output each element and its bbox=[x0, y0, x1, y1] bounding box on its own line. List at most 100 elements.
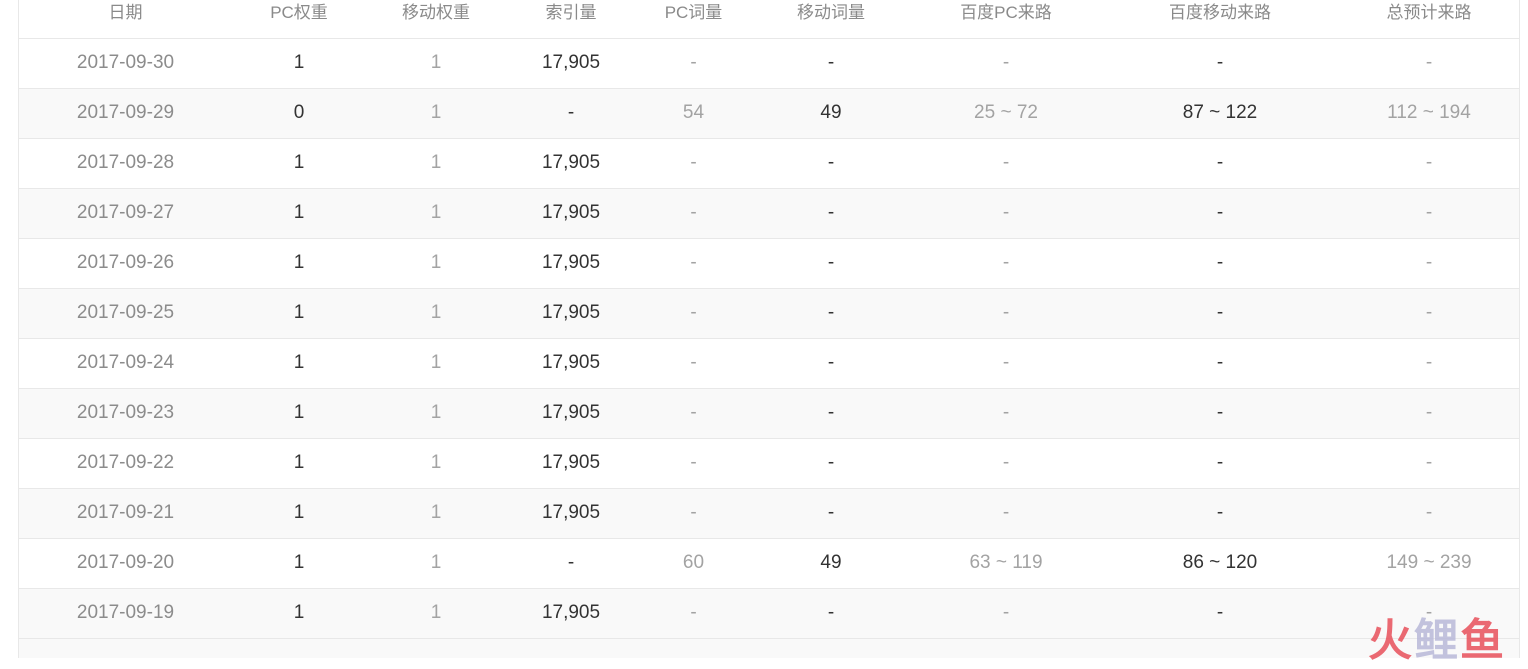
cell-baidu-pc-traffic: - bbox=[911, 288, 1101, 339]
cell-index-count: 17,905 bbox=[506, 238, 636, 289]
cell-baidu-pc-traffic: - bbox=[911, 438, 1101, 489]
cell-date: 2017-09-30 bbox=[19, 38, 232, 89]
header-pc-keywords: PC词量 bbox=[636, 0, 751, 39]
cell-baidu-mobile-traffic: - bbox=[1101, 588, 1339, 639]
table-cell-empty bbox=[506, 638, 636, 658]
table-cell-empty bbox=[366, 638, 506, 658]
cell-mobile-keywords: - bbox=[751, 438, 911, 489]
cell-baidu-pc-traffic: - bbox=[911, 238, 1101, 289]
cell-index-count: 17,905 bbox=[506, 188, 636, 239]
cell-index-count: 17,905 bbox=[506, 588, 636, 639]
table-row: 2017-09-29 0 1-54 49 25 ~ 72 87 ~ 122 112 ~ 19… bbox=[19, 88, 1519, 139]
table-cell-empty bbox=[636, 638, 751, 658]
cell-mobile-weight: 1 bbox=[366, 88, 506, 139]
cell-total-traffic: - bbox=[1339, 188, 1519, 239]
cell-total-traffic: - bbox=[1339, 288, 1519, 339]
cell-pc-weight: 1 bbox=[232, 538, 366, 589]
cell-pc-weight: 1 bbox=[232, 488, 366, 539]
table-row: 2017-09-21 1 1 17,905- - - - - bbox=[19, 488, 1519, 539]
cell-baidu-mobile-traffic: - bbox=[1101, 438, 1339, 489]
cell-pc-keywords: - bbox=[636, 438, 751, 489]
cell-pc-keywords: - bbox=[636, 288, 751, 339]
cell-mobile-keywords: - bbox=[751, 138, 911, 189]
header-pc-weight: PC权重 bbox=[232, 0, 366, 39]
cell-baidu-mobile-traffic: - bbox=[1101, 388, 1339, 439]
table-row: 2017-09-25 1 1 17,905- - - - - bbox=[19, 288, 1519, 339]
table-header-row: 日期 PC权重 移动权重 索引量 PC词量 移动词量 百度PC来路 百度移动来路… bbox=[19, 0, 1519, 39]
cell-total-traffic: - bbox=[1339, 488, 1519, 539]
cell-index-count: 17,905 bbox=[506, 288, 636, 339]
cell-pc-keywords: 60 bbox=[636, 538, 751, 589]
cell-mobile-keywords: - bbox=[751, 288, 911, 339]
cell-mobile-weight: 1 bbox=[366, 488, 506, 539]
cell-date: 2017-09-19 bbox=[19, 588, 232, 639]
cell-pc-keywords: - bbox=[636, 188, 751, 239]
cell-mobile-keywords: 49 bbox=[751, 538, 911, 589]
cell-pc-keywords: - bbox=[636, 388, 751, 439]
table-cell-empty bbox=[1101, 638, 1339, 658]
cell-baidu-mobile-traffic: 86 ~ 120 bbox=[1101, 538, 1339, 589]
cell-mobile-weight: 1 bbox=[366, 438, 506, 489]
data-table-container: 日期 PC权重 移动权重 索引量 PC词量 移动词量 百度PC来路 百度移动来路… bbox=[18, 0, 1520, 658]
cell-pc-weight: 1 bbox=[232, 438, 366, 489]
table-row: 2017-09-30 1 1 17,905- - - - - bbox=[19, 38, 1519, 89]
cell-mobile-keywords: - bbox=[751, 488, 911, 539]
cell-pc-weight: 1 bbox=[232, 238, 366, 289]
cell-pc-keywords: 54 bbox=[636, 88, 751, 139]
cell-mobile-weight: 1 bbox=[366, 338, 506, 389]
table-row: 2017-09-19 1 1 17,905- - - - - bbox=[19, 588, 1519, 639]
table-row: 2017-09-22 1 1 17,905- - - - - bbox=[19, 438, 1519, 489]
cell-pc-weight: 1 bbox=[232, 338, 366, 389]
cell-mobile-weight: 1 bbox=[366, 38, 506, 89]
cell-index-count: 17,905 bbox=[506, 138, 636, 189]
cell-baidu-mobile-traffic: - bbox=[1101, 238, 1339, 289]
cell-pc-weight: 0 bbox=[232, 88, 366, 139]
cell-pc-keywords: - bbox=[636, 138, 751, 189]
cell-mobile-weight: 1 bbox=[366, 138, 506, 189]
cell-mobile-weight: 1 bbox=[366, 588, 506, 639]
cell-mobile-weight: 1 bbox=[366, 238, 506, 289]
cell-mobile-keywords: - bbox=[751, 338, 911, 389]
watermark-char: 鲤 bbox=[1414, 615, 1458, 666]
cell-pc-weight: 1 bbox=[232, 588, 366, 639]
cell-mobile-weight: 1 bbox=[366, 388, 506, 439]
cell-baidu-mobile-traffic: 87 ~ 122 bbox=[1101, 88, 1339, 139]
cell-pc-weight: 1 bbox=[232, 388, 366, 439]
cell-date: 2017-09-22 bbox=[19, 438, 232, 489]
cell-baidu-pc-traffic: - bbox=[911, 38, 1101, 89]
cell-baidu-mobile-traffic: - bbox=[1101, 38, 1339, 89]
cell-total-traffic: - bbox=[1339, 138, 1519, 189]
cell-pc-keywords: - bbox=[636, 238, 751, 289]
cell-mobile-keywords: - bbox=[751, 388, 911, 439]
header-mobile-keywords: 移动词量 bbox=[751, 0, 911, 39]
cell-baidu-pc-traffic: - bbox=[911, 488, 1101, 539]
table-cell-empty bbox=[19, 638, 232, 658]
cell-date: 2017-09-24 bbox=[19, 338, 232, 389]
cell-total-traffic: - bbox=[1339, 438, 1519, 489]
cell-baidu-pc-traffic: - bbox=[911, 388, 1101, 439]
cell-total-traffic: 149 ~ 239 bbox=[1339, 538, 1519, 589]
cell-date: 2017-09-25 bbox=[19, 288, 232, 339]
table-cell-empty bbox=[911, 638, 1101, 658]
header-mobile-weight: 移动权重 bbox=[366, 0, 506, 39]
cell-baidu-pc-traffic: 25 ~ 72 bbox=[911, 88, 1101, 139]
header-baidu-mobile-traffic: 百度移动来路 bbox=[1101, 0, 1339, 39]
cell-pc-keywords: - bbox=[636, 488, 751, 539]
cell-pc-weight: 1 bbox=[232, 138, 366, 189]
cell-baidu-mobile-traffic: - bbox=[1101, 288, 1339, 339]
cell-total-traffic: 112 ~ 194 bbox=[1339, 88, 1519, 139]
header-date: 日期 bbox=[19, 0, 232, 39]
table-row-partial bbox=[19, 638, 1519, 658]
table-row: 2017-09-28 1 1 17,905- - - - - bbox=[19, 138, 1519, 189]
cell-index-count: 17,905 bbox=[506, 438, 636, 489]
table-body: 2017-09-30 1 1 17,905- - - - -2017-09-29 0 1-54 49… bbox=[19, 38, 1519, 658]
cell-total-traffic: - bbox=[1339, 388, 1519, 439]
cell-baidu-pc-traffic: 63 ~ 119 bbox=[911, 538, 1101, 589]
cell-mobile-weight: 1 bbox=[366, 538, 506, 589]
cell-baidu-pc-traffic: - bbox=[911, 188, 1101, 239]
cell-mobile-keywords: 49 bbox=[751, 88, 911, 139]
cell-mobile-keywords: - bbox=[751, 38, 911, 89]
header-index-count: 索引量 bbox=[506, 0, 636, 39]
table-row: 2017-09-20 1 1-60 49 63 ~ 119 86 ~ 120 149 ~ 2… bbox=[19, 538, 1519, 589]
cell-index-count: - bbox=[506, 88, 636, 139]
